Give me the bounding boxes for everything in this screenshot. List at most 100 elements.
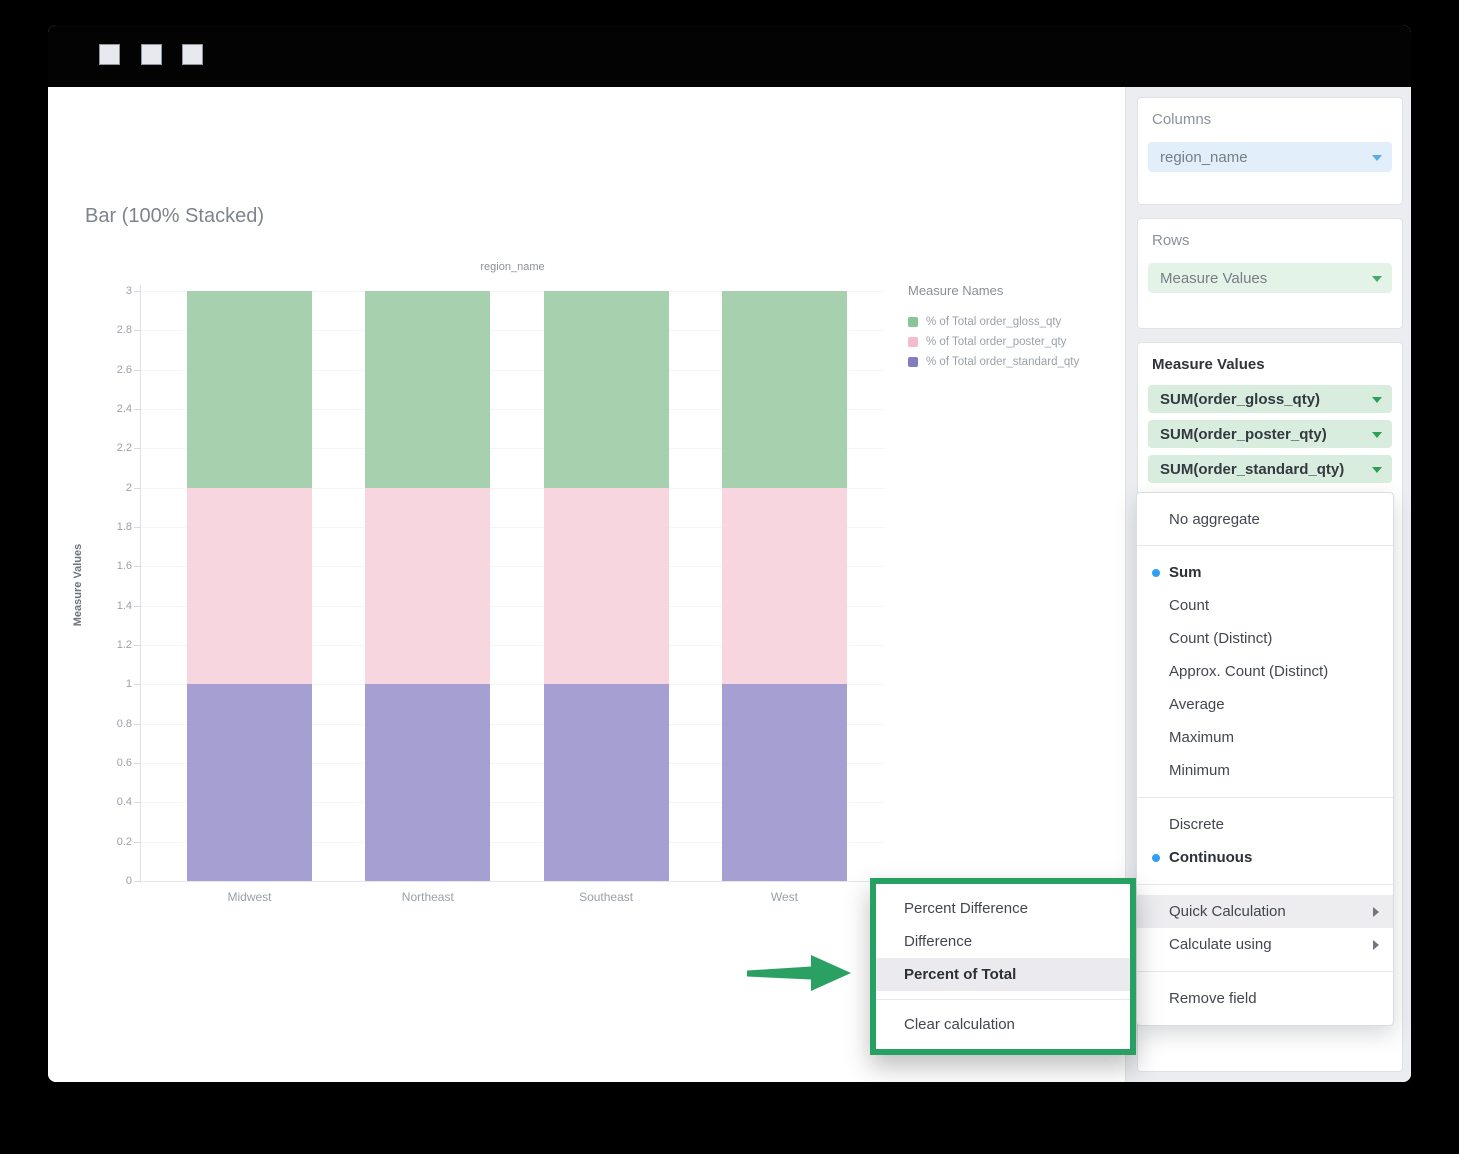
window-titlebar bbox=[48, 25, 1411, 87]
submenu-item-label: Percent of Total bbox=[904, 966, 1016, 983]
menu-item-label: Maximum bbox=[1169, 729, 1234, 746]
menu-item-label: Count (Distinct) bbox=[1169, 630, 1272, 647]
y-tick-label: 2 bbox=[88, 482, 132, 494]
chevron-down-icon[interactable] bbox=[1372, 276, 1382, 282]
submenu-item-percent-of-total[interactable]: Percent of Total bbox=[876, 958, 1130, 991]
y-tick-label: 2.6 bbox=[88, 364, 132, 376]
measure-pills: SUM(order_gloss_qty) SUM(order_poster_qty… bbox=[1138, 385, 1402, 483]
selected-dot-icon bbox=[1152, 569, 1160, 577]
menu-item-calculate-using[interactable]: Calculate using bbox=[1137, 928, 1393, 961]
bar-segment[interactable] bbox=[544, 488, 669, 685]
y-tick-label: 1.2 bbox=[88, 639, 132, 651]
chart-y-axis-line bbox=[140, 285, 141, 883]
menu-group: No aggregate bbox=[1137, 493, 1393, 545]
menu-item-label: No aggregate bbox=[1169, 511, 1260, 528]
x-tick-label: Northeast bbox=[365, 890, 490, 904]
bar-segment[interactable] bbox=[544, 291, 669, 488]
menu-item-discrete[interactable]: Discrete bbox=[1137, 808, 1393, 841]
window-control-2[interactable] bbox=[141, 44, 162, 65]
y-tick-label: 0.6 bbox=[88, 757, 132, 769]
menu-item-remove-field[interactable]: Remove field bbox=[1137, 982, 1393, 1015]
bar-segment[interactable] bbox=[187, 684, 312, 881]
bar-segment[interactable] bbox=[365, 684, 490, 881]
bar-segment[interactable] bbox=[544, 684, 669, 881]
y-tick-label: 2.4 bbox=[88, 403, 132, 415]
y-tick-label: 1.4 bbox=[88, 600, 132, 612]
bar-segment[interactable] bbox=[187, 488, 312, 685]
bar-segment[interactable] bbox=[722, 488, 847, 685]
y-tick-label: 2.2 bbox=[88, 442, 132, 454]
menu-item-label: Minimum bbox=[1169, 762, 1230, 779]
menu-item-average[interactable]: Average bbox=[1137, 688, 1393, 721]
y-tick-label: 1.8 bbox=[88, 521, 132, 533]
menu-item-sum[interactable]: Sum bbox=[1137, 556, 1393, 589]
legend-item-label: % of Total order_standard_qty bbox=[926, 356, 1079, 368]
columns-card-header: Columns bbox=[1138, 98, 1402, 128]
menu-item-minimum[interactable]: Minimum bbox=[1137, 754, 1393, 787]
menu-group: Sum Count Count (Distinct) Approx. Count (D… bbox=[1137, 545, 1393, 797]
window-control-1[interactable] bbox=[99, 44, 120, 65]
bar-segment[interactable] bbox=[187, 291, 312, 488]
legend-item: % of Total order_standard_qty bbox=[908, 352, 1148, 372]
rows-field-pill[interactable]: Measure Values bbox=[1148, 263, 1392, 293]
menu-item-continuous[interactable]: Continuous bbox=[1137, 841, 1393, 874]
y-tick-label: 0.4 bbox=[88, 796, 132, 808]
legend-items: % of Total order_gloss_qty % of Total ord… bbox=[908, 312, 1148, 372]
submenu-item-difference[interactable]: Difference bbox=[876, 925, 1130, 958]
menu-item-count-distinct-[interactable]: Count (Distinct) bbox=[1137, 622, 1393, 655]
chevron-down-icon[interactable] bbox=[1372, 155, 1382, 161]
columns-field-pill[interactable]: region_name bbox=[1148, 142, 1392, 172]
measure-field-pill[interactable]: SUM(order_standard_qty) bbox=[1148, 455, 1392, 483]
legend-swatch-icon bbox=[908, 317, 918, 327]
submenu-item-clear-calculation[interactable]: Clear calculation bbox=[876, 1008, 1130, 1041]
legend-swatch-icon bbox=[908, 357, 918, 367]
bar-segment[interactable] bbox=[365, 291, 490, 488]
menu-group: Discrete Continuous bbox=[1137, 797, 1393, 884]
menu-item-label: Calculate using bbox=[1169, 936, 1272, 953]
rows-card-header: Rows bbox=[1138, 219, 1402, 249]
submenu-item-label: Clear calculation bbox=[904, 1016, 1015, 1033]
chevron-down-icon[interactable] bbox=[1372, 397, 1382, 403]
chevron-down-icon[interactable] bbox=[1372, 432, 1382, 438]
legend-item: % of Total order_gloss_qty bbox=[908, 312, 1148, 332]
bar-segment[interactable] bbox=[722, 291, 847, 488]
selected-dot-icon bbox=[1152, 854, 1160, 862]
screenshot-stage: Bar (100% Stacked) region_name Measure V… bbox=[0, 0, 1459, 1154]
window-control-3[interactable] bbox=[182, 44, 203, 65]
legend-item-label: % of Total order_poster_qty bbox=[926, 336, 1066, 348]
quick-calculation-submenu: Percent Difference Difference Percent of T… bbox=[870, 878, 1136, 1055]
menu-item-approx-count-distinct-[interactable]: Approx. Count (Distinct) bbox=[1137, 655, 1393, 688]
menu-item-quick-calculation[interactable]: Quick Calculation bbox=[1137, 895, 1393, 928]
annotation-arrow-icon bbox=[743, 949, 855, 997]
y-tick-label: 0.8 bbox=[88, 718, 132, 730]
bar-segment[interactable] bbox=[722, 684, 847, 881]
y-tick-label: 1.6 bbox=[88, 560, 132, 572]
menu-item-label: Quick Calculation bbox=[1169, 903, 1286, 920]
x-tick-label: Southeast bbox=[544, 890, 669, 904]
measure-field-label: SUM(order_standard_qty) bbox=[1160, 461, 1344, 478]
menu-item-no-aggregate[interactable]: No aggregate bbox=[1137, 501, 1393, 537]
menu-item-maximum[interactable]: Maximum bbox=[1137, 721, 1393, 754]
chart-y-axis-title: Measure Values bbox=[72, 544, 84, 627]
x-tick-label: Midwest bbox=[187, 890, 312, 904]
menu-item-label: Discrete bbox=[1169, 816, 1224, 833]
submenu-group: Percent Difference Difference Percent of T… bbox=[876, 884, 1130, 999]
menu-item-label: Approx. Count (Distinct) bbox=[1169, 663, 1328, 680]
menu-item-label: Sum bbox=[1169, 564, 1202, 581]
measure-field-pill[interactable]: SUM(order_gloss_qty) bbox=[1148, 385, 1392, 413]
submenu-item-percent-difference[interactable]: Percent Difference bbox=[876, 892, 1130, 925]
submenu-item-label: Difference bbox=[904, 933, 972, 950]
menu-group: Remove field bbox=[1137, 971, 1393, 1025]
bar-segment[interactable] bbox=[365, 488, 490, 685]
rows-field-label: Measure Values bbox=[1160, 270, 1267, 287]
menu-item-count[interactable]: Count bbox=[1137, 589, 1393, 622]
menu-group: Quick Calculation Calculate using bbox=[1137, 884, 1393, 971]
legend-swatch-icon bbox=[908, 337, 918, 347]
chevron-down-icon[interactable] bbox=[1372, 467, 1382, 473]
measure-values-header: Measure Values bbox=[1138, 343, 1402, 373]
columns-card: Columns region_name bbox=[1137, 97, 1403, 205]
aggregate-dropdown-menu: No aggregate Sum Count Count (Distinct) Appr… bbox=[1136, 492, 1394, 1026]
chart-legend: Measure Names % of Total order_gloss_qty… bbox=[908, 283, 1148, 372]
submenu-arrow-icon bbox=[1373, 940, 1379, 950]
measure-field-pill[interactable]: SUM(order_poster_qty) bbox=[1148, 420, 1392, 448]
